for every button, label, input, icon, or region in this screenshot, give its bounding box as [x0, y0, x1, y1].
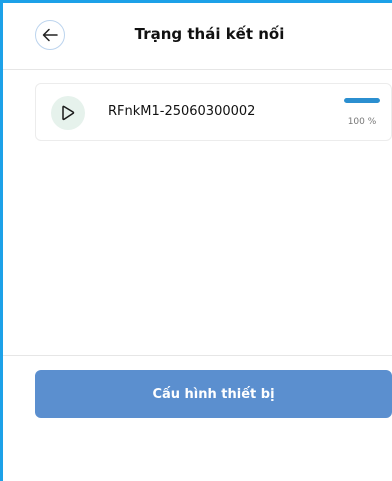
header: Trạng thái kết nối	[3, 3, 392, 70]
page-title: Trạng thái kết nối	[134, 25, 285, 43]
configure-device-button[interactable]: Cấu hình thiết bị	[35, 370, 392, 418]
arrow-left-icon	[42, 28, 58, 42]
progress-bar	[344, 98, 380, 103]
progress-label: 100 %	[347, 117, 377, 127]
progress-fill	[344, 98, 380, 103]
device-name: RFnkM1-25060300002	[108, 104, 256, 119]
footer-divider	[3, 355, 392, 356]
device-card[interactable]: RFnkM1-25060300002 100 %	[35, 83, 392, 141]
back-button[interactable]	[35, 20, 65, 50]
device-icon	[51, 96, 85, 130]
app-screen: Trạng thái kết nối RFnkM1-25060300002 10…	[0, 0, 392, 481]
play-icon	[62, 105, 75, 121]
